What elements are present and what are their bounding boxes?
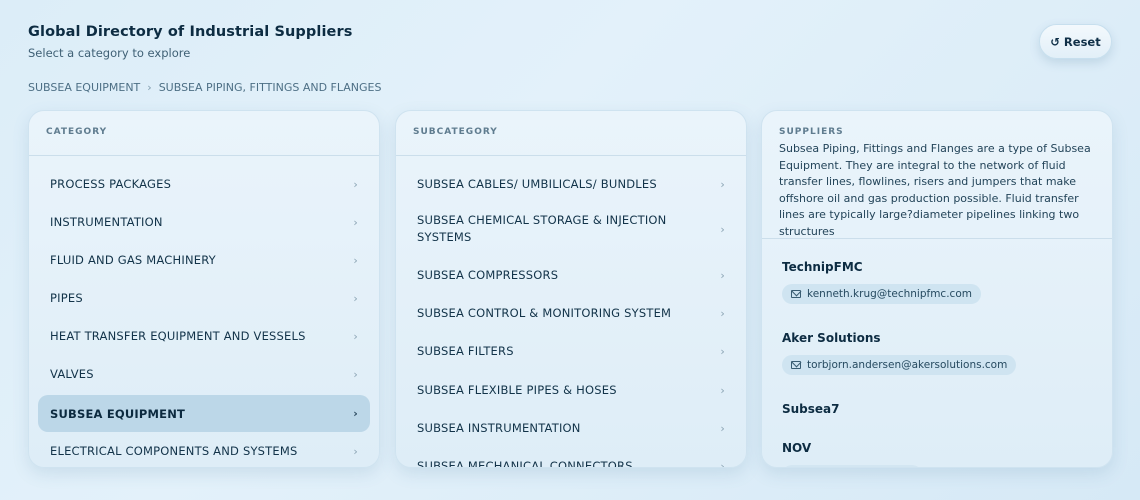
chevron-right-icon: › xyxy=(720,421,725,435)
category-heading: CATEGORY xyxy=(29,111,379,156)
subcategory-description: Subsea Piping, Fittings and Flanges are … xyxy=(779,142,1091,238)
subcategory-item-filters[interactable]: SUBSEA FILTERS › xyxy=(405,333,737,369)
category-item-label: VALVES xyxy=(50,367,94,381)
subcategory-item-compressors[interactable]: SUBSEA COMPRESSORS › xyxy=(405,257,737,293)
category-item-label: INSTRUMENTATION xyxy=(50,215,163,229)
category-item-electrical[interactable]: ELECTRICAL COMPONENTS AND SYSTEMS › xyxy=(38,433,370,467)
subcategory-item-mechanical-connectors[interactable]: SUBSEA MECHANICAL CONNECTORS › xyxy=(405,448,737,468)
chevron-right-icon: › xyxy=(353,291,358,305)
subcategory-item-control[interactable]: SUBSEA CONTROL & MONITORING SYSTEM › xyxy=(405,295,737,331)
page-subtitle: Select a category to explore xyxy=(28,46,191,60)
chevron-right-icon: › xyxy=(720,344,725,358)
subcategory-item-cables[interactable]: SUBSEA CABLES/ UMBILICALS/ BUNDLES › xyxy=(405,166,737,202)
mail-icon xyxy=(791,361,801,369)
chevron-right-icon: › xyxy=(720,177,725,191)
subcategory-item-chemical[interactable]: SUBSEA CHEMICAL STORAGE & INJECTION SYST… xyxy=(405,204,737,254)
supplier-name: NOV xyxy=(782,441,812,455)
category-panel: CATEGORY PROCESS PACKAGES › INSTRUMENTAT… xyxy=(28,110,380,468)
supplier-card: Subsea7 xyxy=(782,402,840,416)
subcategory-item-label: SUBSEA FILTERS xyxy=(417,344,514,358)
chevron-right-icon: › xyxy=(720,222,725,236)
subcategory-item-label: SUBSEA CHEMICAL STORAGE & INJECTION SYST… xyxy=(417,213,667,244)
supplier-email-chip[interactable] xyxy=(782,465,922,467)
category-item-subsea-equipment[interactable]: SUBSEA EQUIPMENT › xyxy=(38,395,370,432)
chevron-right-icon: › xyxy=(720,306,725,320)
subcategory-item-label: SUBSEA FLEXIBLE PIPES & HOSES xyxy=(417,383,617,397)
reset-label: Reset xyxy=(1063,34,1101,49)
subcategory-panel: SUBCATEGORY SUBSEA CABLES/ UMBILICALS/ B… xyxy=(395,110,747,468)
category-item-fluid-gas-machinery[interactable]: FLUID AND GAS MACHINERY › xyxy=(38,242,370,278)
category-item-label: PIPES xyxy=(50,291,83,305)
category-item-label: FLUID AND GAS MACHINERY xyxy=(50,253,216,267)
reset-button[interactable]: ↺ Reset xyxy=(1039,24,1112,59)
category-item-process-packages[interactable]: PROCESS PACKAGES › xyxy=(38,166,370,202)
chevron-right-icon: › xyxy=(353,329,358,343)
breadcrumb-item-subcategory[interactable]: SUBSEA PIPING, FITTINGS AND FLANGES xyxy=(159,81,382,94)
supplier-card: Aker Solutions torbjorn.andersen@akersol… xyxy=(782,331,1017,375)
subcategory-item-label: SUBSEA CONTROL & MONITORING SYSTEM xyxy=(417,306,672,320)
category-item-heat-transfer[interactable]: HEAT TRANSFER EQUIPMENT AND VESSELS › xyxy=(38,318,370,354)
supplier-email: torbjorn.andersen@akersolutions.com xyxy=(807,359,1008,371)
chevron-right-icon: › xyxy=(720,383,725,397)
supplier-name: Aker Solutions xyxy=(782,331,881,345)
supplier-email: kenneth.krug@technipfmc.com xyxy=(807,288,972,300)
chevron-right-icon: › xyxy=(720,268,725,282)
page-title: Global Directory of Industrial Suppliers xyxy=(28,24,353,40)
chevron-right-icon: › xyxy=(353,367,358,381)
supplier-email-chip[interactable]: torbjorn.andersen@akersolutions.com xyxy=(782,355,1017,375)
reset-icon: ↺ xyxy=(1050,34,1060,49)
chevron-right-icon: › xyxy=(353,215,358,229)
mail-icon xyxy=(791,290,801,298)
subcategory-item-label: SUBSEA MECHANICAL CONNECTORS xyxy=(417,459,633,468)
breadcrumb-item-category[interactable]: SUBSEA EQUIPMENT xyxy=(28,81,140,94)
subcategory-heading: SUBCATEGORY xyxy=(396,111,746,156)
page-header: Global Directory of Industrial Suppliers… xyxy=(28,24,352,60)
subcategory-item-label: SUBSEA CABLES/ UMBILICALS/ BUNDLES xyxy=(417,177,657,191)
subcategory-item-flexible-pipes[interactable]: SUBSEA FLEXIBLE PIPES & HOSES › xyxy=(405,372,737,408)
breadcrumb-separator-icon: › xyxy=(147,81,152,94)
chevron-right-icon: › xyxy=(353,177,358,191)
chevron-right-icon: › xyxy=(353,407,358,420)
category-item-instrumentation[interactable]: INSTRUMENTATION › xyxy=(38,204,370,240)
suppliers-heading: SUPPLIERS xyxy=(779,127,844,137)
supplier-email-chip[interactable]: kenneth.krug@technipfmc.com xyxy=(782,284,981,304)
category-item-label: HEAT TRANSFER EQUIPMENT AND VESSELS xyxy=(50,329,306,343)
category-item-label: SUBSEA EQUIPMENT xyxy=(50,406,186,421)
chevron-right-icon: › xyxy=(353,253,358,267)
category-item-valves[interactable]: VALVES › xyxy=(38,356,370,392)
chevron-right-icon: › xyxy=(720,459,725,468)
subcategory-item-instrumentation[interactable]: SUBSEA INSTRUMENTATION › xyxy=(405,410,737,446)
category-item-label: PROCESS PACKAGES xyxy=(50,177,172,191)
subcategory-item-label: SUBSEA COMPRESSORS xyxy=(417,268,559,282)
chevron-right-icon: › xyxy=(353,444,358,458)
category-item-label: ELECTRICAL COMPONENTS AND SYSTEMS xyxy=(50,444,298,458)
suppliers-panel: SUPPLIERS Subsea Piping, Fittings and Fl… xyxy=(761,110,1113,468)
breadcrumb: SUBSEA EQUIPMENT › SUBSEA PIPING, FITTIN… xyxy=(28,81,381,94)
suppliers-header: SUPPLIERS Subsea Piping, Fittings and Fl… xyxy=(762,111,1112,239)
supplier-card: TechnipFMC kenneth.krug@technipfmc.com xyxy=(782,260,981,304)
supplier-name: TechnipFMC xyxy=(782,260,863,274)
supplier-card: NOV xyxy=(782,441,922,467)
category-item-pipes[interactable]: PIPES › xyxy=(38,280,370,316)
subcategory-item-label: SUBSEA INSTRUMENTATION xyxy=(417,421,581,435)
supplier-name: Subsea7 xyxy=(782,402,840,416)
